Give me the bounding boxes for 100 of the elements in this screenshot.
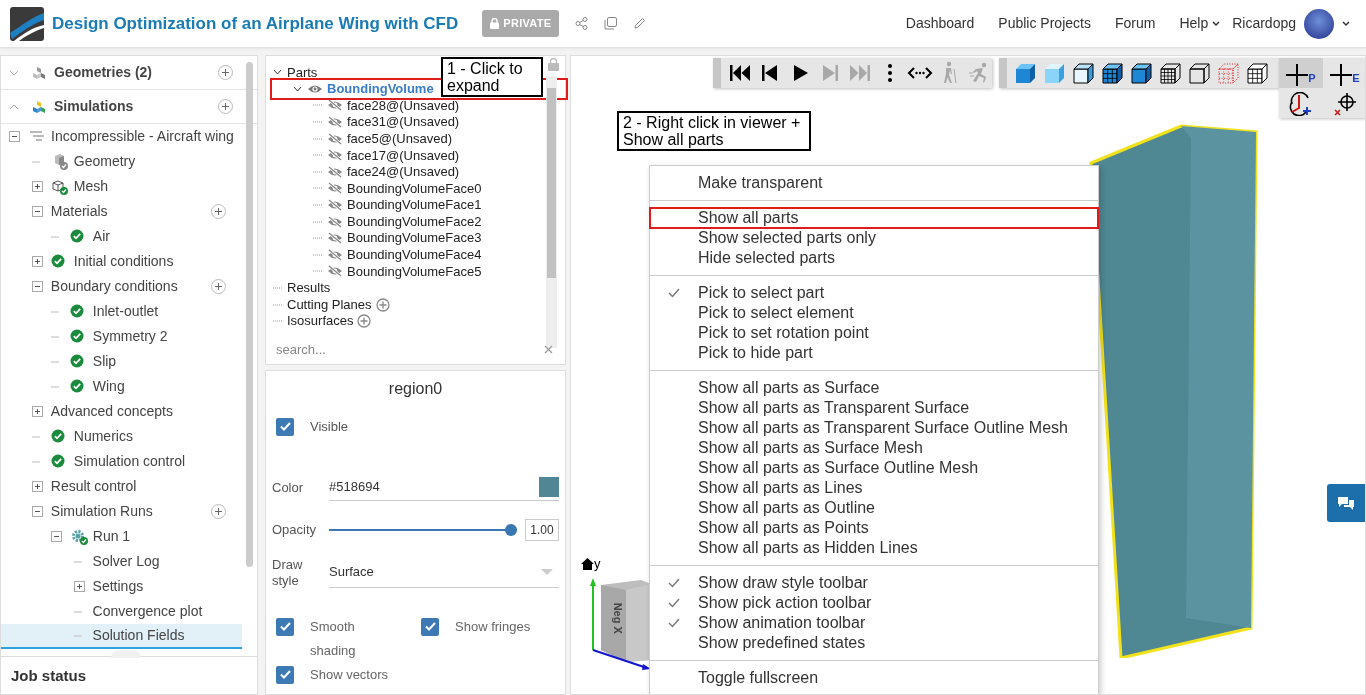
add-circle-icon[interactable] xyxy=(357,314,372,329)
expand-toggle-icon[interactable] xyxy=(31,406,43,417)
edit-icon[interactable] xyxy=(633,17,647,30)
tree-item[interactable]: Geometry xyxy=(1,149,242,174)
scrollbar[interactable] xyxy=(246,62,253,567)
menu-item[interactable]: Show all parts xyxy=(650,208,1098,228)
eye-slash-icon[interactable] xyxy=(327,165,343,178)
add-button[interactable] xyxy=(218,65,233,80)
add-circle-icon[interactable] xyxy=(375,297,390,312)
collapse-toggle-icon[interactable] xyxy=(50,531,62,542)
add-button[interactable] xyxy=(211,504,226,519)
solid-cube-icon[interactable] xyxy=(1013,61,1037,85)
tree-item[interactable]: Initial conditions xyxy=(1,249,242,274)
caret-icon[interactable] xyxy=(1342,20,1350,27)
menu-item[interactable]: Pick to set rotation point xyxy=(650,323,1098,343)
wireframe-cube-icon[interactable] xyxy=(1187,61,1211,85)
tree-item[interactable]: Inlet-outlet xyxy=(1,299,242,324)
tree-item[interactable]: Air xyxy=(1,224,242,249)
collapse-toggle-icon[interactable] xyxy=(9,131,20,142)
color-swatch[interactable] xyxy=(539,477,559,497)
checkbox[interactable] xyxy=(276,617,294,636)
eye-slash-icon[interactable] xyxy=(327,116,343,129)
nav-link[interactable]: Dashboard xyxy=(905,13,975,34)
menu-item[interactable]: Show animation toolbar xyxy=(650,613,1098,633)
menu-item[interactable]: Show all parts as Surface xyxy=(650,378,1098,398)
add-button[interactable] xyxy=(218,99,233,114)
nav-link[interactable]: Forum xyxy=(1114,13,1156,34)
expand-toggle-icon[interactable] xyxy=(31,181,43,192)
collapse-toggle-icon[interactable] xyxy=(31,206,43,217)
tree-item[interactable]: Numerics xyxy=(1,424,242,449)
tree-item[interactable]: Parts xyxy=(287,62,318,83)
chat-button[interactable] xyxy=(1327,484,1365,522)
tree-item[interactable]: Result control xyxy=(1,474,242,499)
eye-slash-icon[interactable] xyxy=(327,182,343,195)
collapse-toggle-icon[interactable] xyxy=(31,281,43,292)
eye-slash-icon[interactable] xyxy=(327,199,343,212)
menu-item[interactable]: Hide selected parts xyxy=(650,248,1098,268)
outlined-cube-icon[interactable] xyxy=(1129,61,1153,85)
add-button[interactable] xyxy=(211,279,226,294)
collapse-toggle-icon[interactable] xyxy=(31,506,43,517)
pick-button[interactable]: E xyxy=(1323,58,1365,88)
tree-item[interactable]: Solver Log xyxy=(1,549,242,574)
tree-item[interactable]: Symmetry 2 xyxy=(1,324,242,349)
user-name[interactable]: Ricardopg xyxy=(1232,13,1296,34)
eye-slash-icon[interactable] xyxy=(327,132,343,145)
expand-toggle-icon[interactable] xyxy=(73,581,85,592)
eye-slash-icon[interactable] xyxy=(327,149,343,162)
slider-thumb[interactable] xyxy=(505,523,517,536)
outlined-cube-icon[interactable] xyxy=(1071,61,1095,85)
tree-item[interactable]: Wing xyxy=(1,374,242,399)
checkbox[interactable] xyxy=(276,665,294,684)
checkbox[interactable] xyxy=(421,617,439,636)
scrollbar[interactable] xyxy=(546,76,557,348)
eye-slash-icon[interactable] xyxy=(327,265,343,278)
tree-item[interactable]: Simulation control xyxy=(1,449,242,474)
menu-item[interactable]: Make transparent xyxy=(650,173,1098,193)
tree-item[interactable]: Mesh xyxy=(1,174,242,199)
eye-slash-icon[interactable] xyxy=(327,99,343,112)
section-title[interactable]: Geometries (2) xyxy=(54,62,153,83)
menu-item[interactable]: Show all parts as Outline xyxy=(650,498,1098,518)
copy-icon[interactable] xyxy=(604,17,618,30)
tree-item[interactable]: Slip xyxy=(1,349,242,374)
color-field[interactable]: #518694 xyxy=(329,474,559,501)
section-title[interactable]: Simulations xyxy=(54,96,134,117)
collapse-chevron-icon[interactable] xyxy=(293,85,302,92)
drag-handle[interactable] xyxy=(713,58,721,88)
share-icon[interactable] xyxy=(575,17,589,30)
shaded-cube-icon[interactable] xyxy=(1042,61,1066,85)
nav-link[interactable]: Help xyxy=(1179,13,1221,34)
wireframe-cube-icon[interactable] xyxy=(1158,61,1182,85)
menu-item[interactable]: Show selected parts only xyxy=(650,228,1098,248)
tree-item[interactable]: Advanced concepts xyxy=(1,399,242,424)
menu-item[interactable]: Pick to select element xyxy=(650,303,1098,323)
tree-item[interactable]: Incompressible - Aircraft wing xyxy=(1,124,242,149)
checkbox[interactable] xyxy=(276,417,294,436)
expand-toggle-icon[interactable] xyxy=(31,256,43,267)
menu-item[interactable]: Show all parts as Hidden Lines xyxy=(650,538,1098,558)
number-field[interactable]: 1.00 xyxy=(525,518,559,541)
wireframe-cube-icon[interactable] xyxy=(1245,61,1269,85)
avatar[interactable] xyxy=(1304,8,1334,39)
tree-item[interactable]: Boundary conditions xyxy=(1,274,242,299)
nav-link[interactable]: Public Projects xyxy=(998,13,1091,34)
eye-slash-icon[interactable] xyxy=(327,248,343,261)
eye-slash-icon[interactable] xyxy=(327,232,343,245)
menu-item[interactable]: Toggle fullscreen xyxy=(650,668,1098,688)
select-field[interactable]: Surface xyxy=(329,557,559,588)
mesh-cube-icon[interactable] xyxy=(1100,61,1124,85)
dotted-cube-icon[interactable] xyxy=(1216,61,1240,85)
menu-item[interactable]: Show all parts as Transparent Surface xyxy=(650,398,1098,418)
menu-item[interactable]: Pick to hide part xyxy=(650,343,1098,363)
tree-item[interactable]: Settings xyxy=(1,574,242,599)
eye-slash-icon[interactable] xyxy=(327,215,343,228)
tree-item[interactable]: Run 1 xyxy=(1,524,242,549)
menu-item[interactable]: Show all parts as Points xyxy=(650,518,1098,538)
tree-item[interactable]: Convergence plot xyxy=(1,599,242,624)
pick-button[interactable]: P xyxy=(1279,58,1323,88)
menu-item[interactable]: Show draw style toolbar xyxy=(650,573,1098,593)
resize-handle[interactable] xyxy=(111,650,141,658)
add-button[interactable] xyxy=(211,204,226,219)
menu-item[interactable]: Show pick action toolbar xyxy=(650,593,1098,613)
